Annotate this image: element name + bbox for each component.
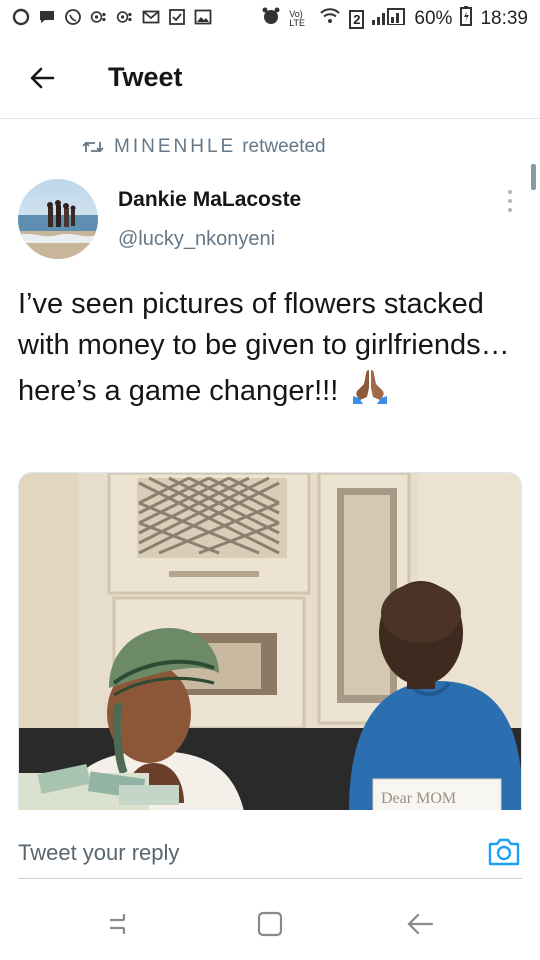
notification-icons (12, 8, 212, 26)
author-name[interactable]: Dankie MaLacoste (118, 188, 301, 212)
retweet-icon (82, 141, 104, 153)
arrow-left-icon (30, 67, 55, 89)
home-icon (257, 911, 283, 937)
checkbox-icon (168, 8, 186, 26)
nav-home-button[interactable] (252, 908, 288, 940)
page-title: Tweet (108, 62, 183, 92)
system-nav-bar (0, 890, 540, 960)
divider (0, 118, 540, 119)
notification-circle-icon (12, 8, 30, 26)
gallery-icon (194, 8, 212, 26)
camera-button[interactable] (487, 837, 521, 867)
signal-icon (372, 7, 406, 31)
battery-icon (460, 6, 473, 32)
app-notification-icon (116, 8, 134, 26)
sim-label: 2 (349, 9, 365, 29)
chat-bubble-icon (38, 8, 56, 26)
wifi-icon (319, 7, 341, 31)
back-button[interactable] (26, 62, 58, 94)
reply-divider (18, 878, 522, 879)
status-bar: Vo) LTE 2 60% 18:39 (0, 0, 540, 40)
retweet-suffix: retweeted (242, 136, 326, 157)
praying-hands-icon (350, 366, 390, 418)
battery-percent: 60% (414, 8, 453, 29)
app-bar: Tweet (0, 40, 540, 118)
alarm-icon (261, 6, 281, 32)
tweet-image[interactable]: Dear MOM (18, 472, 522, 810)
tweet-body: I’ve seen pictures of flowers stacked wi… (18, 288, 510, 407)
back-icon (407, 913, 434, 935)
more-options-button[interactable] (500, 190, 520, 216)
avatar[interactable] (18, 179, 98, 259)
sign-text: Dear MOM (381, 790, 456, 807)
more-vertical-icon (508, 190, 512, 212)
app-notification-icon (90, 8, 108, 26)
reply-bar: Tweet your reply (0, 810, 540, 880)
whatsapp-icon (64, 8, 82, 26)
tweet-text: I’ve seen pictures of flowers stacked wi… (18, 284, 518, 418)
gmail-icon (142, 8, 160, 26)
retweet-context[interactable]: MINENHLE retweeted (82, 136, 326, 158)
system-status: Vo) LTE 2 60% 18:39 (261, 6, 528, 32)
scrollbar[interactable] (531, 164, 536, 190)
author-handle[interactable]: @lucky_nkonyeni (118, 228, 275, 251)
volte-label: Vo) LTE (289, 9, 306, 28)
camera-icon (488, 838, 520, 866)
nav-recents-button[interactable] (104, 908, 140, 940)
reply-input[interactable]: Tweet your reply (18, 840, 179, 866)
recents-icon (110, 914, 126, 934)
retweeter-name: MINENHLE (114, 136, 237, 157)
clock-time: 18:39 (480, 8, 528, 29)
nav-back-button[interactable] (402, 908, 438, 940)
